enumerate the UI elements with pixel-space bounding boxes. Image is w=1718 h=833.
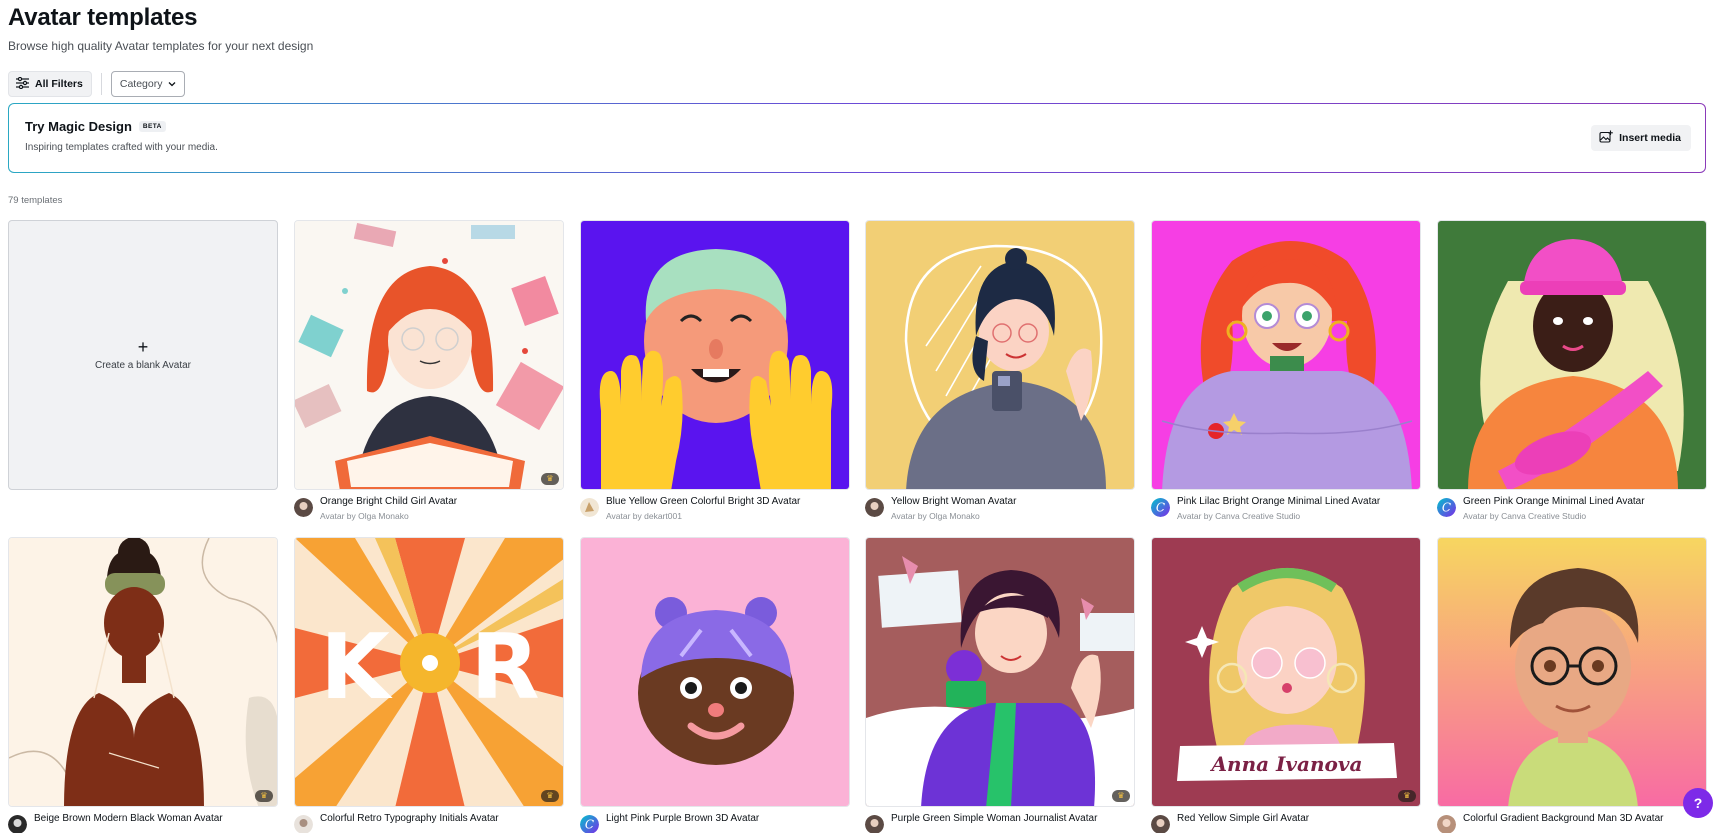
author-avatar [865, 498, 884, 517]
chevron-down-icon [168, 78, 176, 90]
author-avatar [865, 815, 884, 833]
template-thumbnail[interactable] [1437, 220, 1707, 490]
template-meta: C Light Pink Purple Brown 3D Avatar [580, 813, 850, 833]
template-thumbnail[interactable]: ♛ [8, 537, 278, 807]
insert-media-label: Insert media [1619, 132, 1681, 144]
svg-text:C: C [1156, 501, 1165, 515]
template-meta: Colorful Retro Typography Initials Avata… [294, 813, 564, 833]
author-avatar [580, 498, 599, 517]
template-meta: Orange Bright Child Girl Avatar Avatar b… [294, 496, 564, 526]
page-subtitle: Browse high quality Avatar templates for… [8, 39, 314, 53]
template-meta: Colorful Gradient Background Man 3D Avat… [1437, 813, 1707, 833]
category-label: Category [119, 78, 163, 90]
template-author: Avatar by Canva Creative Studio [1463, 511, 1587, 521]
template-meta: C Green Pink Orange Minimal Lined Avatar… [1437, 496, 1707, 526]
svg-text:C: C [1442, 501, 1451, 515]
create-blank-label: Create a blank Avatar [95, 359, 191, 371]
template-thumbnail[interactable]: Anna Ivanova ♛ [1151, 537, 1421, 807]
author-avatar: C [1151, 498, 1170, 517]
author-avatar [1437, 815, 1456, 833]
template-thumbnail[interactable]: ♛ [865, 537, 1135, 807]
template-meta: Blue Yellow Green Colorful Bright 3D Ava… [580, 496, 850, 526]
magic-design-heading: Try Magic Design [25, 119, 132, 134]
template-title[interactable]: Red Yellow Simple Girl Avatar [1177, 813, 1309, 824]
author-avatar: C [580, 815, 599, 833]
initial-left: K [320, 615, 393, 720]
template-thumbnail[interactable] [1151, 220, 1421, 490]
insert-media-button[interactable]: Insert media [1591, 125, 1691, 151]
page-title: Avatar templates [8, 4, 198, 31]
template-title[interactable]: Colorful Gradient Background Man 3D Avat… [1463, 813, 1663, 824]
filter-bar: All Filters Category [8, 71, 186, 97]
template-author: Avatar by Olga Monako [891, 511, 980, 521]
author-avatar [294, 498, 313, 517]
template-title[interactable]: Green Pink Orange Minimal Lined Avatar [1463, 496, 1645, 507]
crown-icon: ♛ [541, 790, 559, 802]
magic-design-title: Try Magic Design BETA [25, 119, 166, 134]
template-meta: Purple Green Simple Woman Journalist Ava… [865, 813, 1135, 833]
template-title[interactable]: Beige Brown Modern Black Woman Avatar [34, 813, 223, 824]
author-avatar: C [1437, 498, 1456, 517]
template-title[interactable]: Pink Lilac Bright Orange Minimal Lined A… [1177, 496, 1380, 507]
template-thumbnail[interactable] [580, 220, 850, 490]
template-thumbnail[interactable]: ♛ [294, 220, 564, 490]
all-filters-label: All Filters [35, 78, 83, 90]
help-icon: ? [1693, 795, 1703, 811]
sliders-icon [16, 76, 29, 92]
template-title[interactable]: Colorful Retro Typography Initials Avata… [320, 813, 499, 824]
image-plus-icon [1599, 130, 1613, 146]
author-avatar [1151, 815, 1170, 833]
template-thumbnail[interactable] [580, 537, 850, 807]
template-author: Avatar by Canva Creative Studio [1177, 511, 1301, 521]
author-avatar [294, 815, 313, 833]
help-button[interactable]: ? [1683, 788, 1713, 818]
template-thumbnail[interactable] [865, 220, 1135, 490]
template-title[interactable]: Light Pink Purple Brown 3D Avatar [606, 813, 759, 824]
all-filters-button[interactable]: All Filters [8, 71, 92, 97]
category-dropdown[interactable]: Category [110, 71, 186, 97]
template-author: Avatar by dekart001 [606, 511, 682, 521]
author-avatar [8, 815, 27, 833]
template-thumbnail[interactable] [1437, 537, 1707, 807]
create-blank-card[interactable]: + Create a blank Avatar [8, 220, 278, 490]
initial-right: R [470, 615, 539, 720]
template-thumbnail[interactable]: K R ♛ [294, 537, 564, 807]
plus-icon: + [137, 336, 149, 357]
template-title[interactable]: Yellow Bright Woman Avatar [891, 496, 1016, 507]
template-meta: C Pink Lilac Bright Orange Minimal Lined… [1151, 496, 1421, 526]
template-meta: Beige Brown Modern Black Woman Avatar [8, 813, 278, 833]
filter-divider [100, 73, 102, 95]
template-title[interactable]: Purple Green Simple Woman Journalist Ava… [891, 813, 1097, 824]
magic-design-banner: Try Magic Design BETA Inspiring template… [8, 103, 1706, 173]
crown-icon: ♛ [255, 790, 273, 802]
beta-badge: BETA [138, 121, 166, 132]
crown-icon: ♛ [541, 473, 559, 485]
template-meta: Red Yellow Simple Girl Avatar [1151, 813, 1421, 833]
template-title[interactable]: Blue Yellow Green Colorful Bright 3D Ava… [606, 496, 800, 507]
name-banner-text: Anna Ivanova [1210, 752, 1363, 776]
template-count: 79 templates [8, 195, 63, 206]
magic-design-subtitle: Inspiring templates crafted with your me… [25, 142, 218, 153]
template-title[interactable]: Orange Bright Child Girl Avatar [320, 496, 457, 507]
crown-icon: ♛ [1398, 790, 1416, 802]
crown-icon: ♛ [1112, 790, 1130, 802]
svg-text:C: C [585, 818, 594, 832]
template-meta: Yellow Bright Woman Avatar Avatar by Olg… [865, 496, 1135, 526]
template-author: Avatar by Olga Monako [320, 511, 409, 521]
